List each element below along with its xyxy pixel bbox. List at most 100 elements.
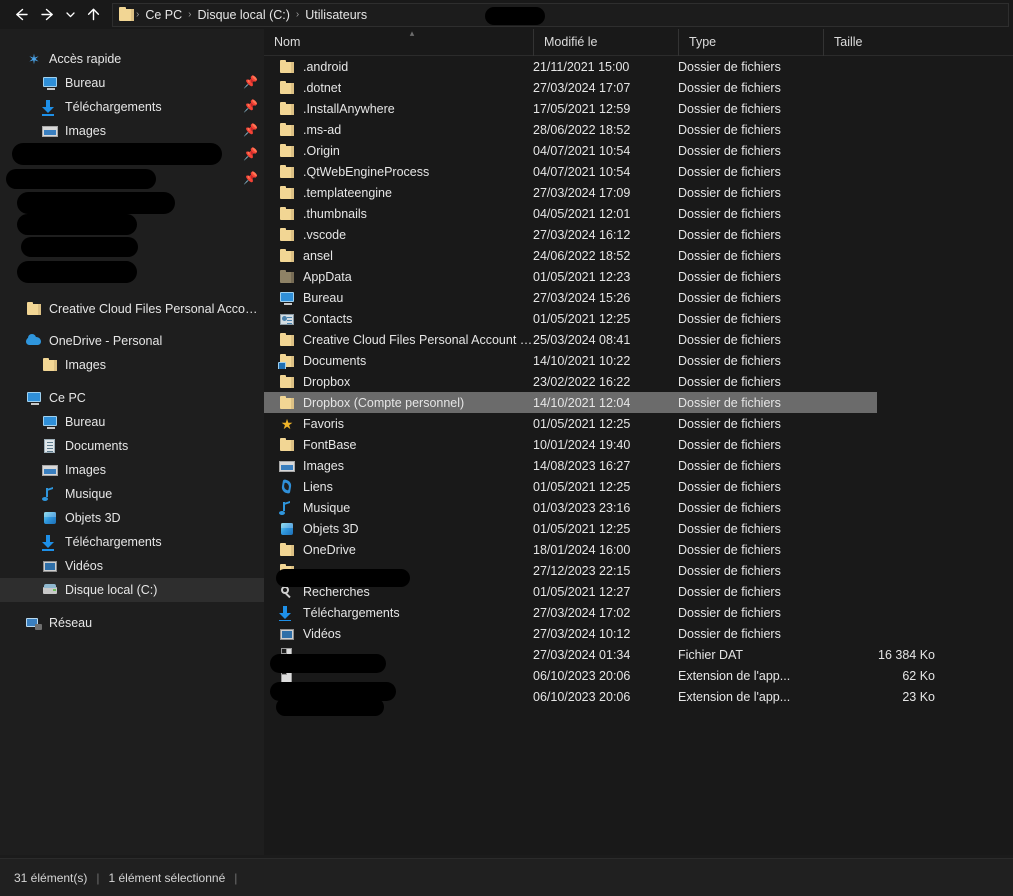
sidebar-item-reseau[interactable]: Réseau xyxy=(0,611,264,635)
table-row[interactable]: AppData 01/05/2021 12:23 Dossier de fich… xyxy=(264,266,1013,287)
sidebar-item-images[interactable]: Images 📌 xyxy=(0,119,264,143)
table-row[interactable]: Dropbox 23/02/2022 16:22 Dossier de fich… xyxy=(264,371,1013,392)
pin-icon[interactable]: 📌 xyxy=(243,123,258,137)
table-row[interactable]: .InstallAnywhere 17/05/2021 12:59 Dossie… xyxy=(264,98,1013,119)
file-name: Favoris xyxy=(303,416,344,431)
file-list-pane[interactable]: Nom Modifié le Type Taille ▴ .android 21… xyxy=(264,29,1013,858)
file-name: .ms-ad xyxy=(303,122,342,137)
file-name: Documents xyxy=(303,353,367,368)
file-date: 01/05/2021 12:25 xyxy=(533,479,631,494)
breadcrumb-item-disque-local[interactable]: Disque local (C:) xyxy=(193,4,295,25)
folder-icon xyxy=(279,395,295,411)
file-date: 25/03/2024 08:41 xyxy=(533,332,631,347)
pin-icon[interactable]: 📌 xyxy=(243,171,258,185)
sidebar-item-label: Vidéos xyxy=(65,559,103,573)
table-row[interactable]: .dotnet 27/03/2024 17:07 Dossier de fich… xyxy=(264,77,1013,98)
sidebar-item-ce-pc-objets-3d[interactable]: Objets 3D xyxy=(0,506,264,530)
sidebar-item-ce-pc[interactable]: Ce PC xyxy=(0,386,264,410)
table-row[interactable]: .QtWebEngineProcess 04/07/2021 10:54 Dos… xyxy=(264,161,1013,182)
table-row[interactable]: OneDrive 18/01/2024 16:00 Dossier de fic… xyxy=(264,539,1013,560)
file-name: .android xyxy=(303,59,349,74)
table-row[interactable]: Contacts 01/05/2021 12:25 Dossier de fic… xyxy=(264,308,1013,329)
file-type: Dossier de fichiers xyxy=(678,143,781,158)
sidebar-item-creative-cloud-files[interactable]: Creative Cloud Files Personal Account co xyxy=(0,297,264,321)
item-count-label: 31 élément(s) xyxy=(14,870,88,885)
table-row[interactable]: Images 14/08/2023 16:27 Dossier de fichi… xyxy=(264,455,1013,476)
sidebar-item-bureau[interactable]: Bureau 📌 xyxy=(0,71,264,95)
up-icon[interactable] xyxy=(80,2,106,28)
back-icon[interactable] xyxy=(8,2,34,28)
table-row[interactable]: .vscode 27/03/2024 16:12 Dossier de fich… xyxy=(264,224,1013,245)
pin-icon[interactable]: 📌 xyxy=(243,99,258,113)
file-date: 21/11/2021 15:00 xyxy=(533,59,630,74)
file-date: 27/03/2024 15:26 xyxy=(533,290,631,305)
sidebar-item-label: Images xyxy=(65,463,106,477)
pin-icon[interactable]: 📌 xyxy=(243,147,258,161)
chevron-down-icon[interactable] xyxy=(60,2,80,28)
file-date: 27/03/2024 17:07 xyxy=(533,80,631,95)
file-name: AppData xyxy=(303,269,352,284)
sidebar-redaction xyxy=(17,192,175,214)
pictures-icon xyxy=(279,458,295,474)
sidebar-item-ce-pc-documents[interactable]: Documents xyxy=(0,434,264,458)
sidebar-item-telechargements[interactable]: Téléchargements 📌 xyxy=(0,95,264,119)
sidebar-item-ce-pc-images[interactable]: Images xyxy=(0,458,264,482)
contacts-icon xyxy=(279,311,295,327)
pin-icon[interactable]: 📌 xyxy=(243,75,258,89)
file-type: Dossier de fichiers xyxy=(678,500,781,515)
table-row[interactable]: Documents 14/10/2021 10:22 Dossier de fi… xyxy=(264,350,1013,371)
column-header-taille[interactable]: Taille xyxy=(823,29,941,56)
folder-icon xyxy=(279,542,295,558)
table-row[interactable]: .ms-ad 28/06/2022 18:52 Dossier de fichi… xyxy=(264,119,1013,140)
folder-icon xyxy=(279,80,295,96)
column-header-modifie-le[interactable]: Modifié le xyxy=(533,29,678,56)
table-row[interactable]: .android 21/11/2021 15:00 Dossier de fic… xyxy=(264,56,1013,77)
column-header-row: Nom Modifié le Type Taille ▴ xyxy=(264,29,1013,56)
cloud-icon xyxy=(26,333,42,349)
sidebar-item-acces-rapide[interactable]: ✶ Accès rapide xyxy=(0,47,264,71)
sidebar-item-disque-local-c[interactable]: Disque local (C:) xyxy=(0,578,264,602)
navigation-pane[interactable]: ✶ Accès rapide Bureau 📌 Téléchargements … xyxy=(0,29,264,858)
file-type: Dossier de fichiers xyxy=(678,185,781,200)
column-header-nom[interactable]: Nom xyxy=(264,29,533,56)
table-row[interactable]: FontBase 10/01/2024 19:40 Dossier de fic… xyxy=(264,434,1013,455)
table-row[interactable]: Téléchargements 27/03/2024 17:02 Dossier… xyxy=(264,602,1013,623)
sidebar-item-ce-pc-musique[interactable]: Musique xyxy=(0,482,264,506)
file-date: 14/08/2023 16:27 xyxy=(533,458,631,473)
table-row[interactable]: ansel 24/06/2022 18:52 Dossier de fichie… xyxy=(264,245,1013,266)
sidebar-item-label: Bureau xyxy=(65,415,106,429)
breadcrumb-item-ce-pc[interactable]: Ce PC xyxy=(140,4,187,25)
folder-icon xyxy=(279,437,295,453)
table-row[interactable]: .templateengine 27/03/2024 17:09 Dossier… xyxy=(264,182,1013,203)
file-name: Contacts xyxy=(303,311,353,326)
address-bar[interactable]: › Ce PC › Disque local (C:) › Utilisateu… xyxy=(112,2,1009,27)
sidebar-item-ce-pc-bureau[interactable]: Bureau xyxy=(0,410,264,434)
sidebar-item-onedrive-personal[interactable]: OneDrive - Personal xyxy=(0,329,264,353)
sidebar-redaction xyxy=(12,143,222,165)
table-row[interactable]: .thumbnails 04/05/2021 12:01 Dossier de … xyxy=(264,203,1013,224)
forward-icon[interactable] xyxy=(34,2,60,28)
star-icon: ✶ xyxy=(28,51,40,67)
breadcrumb-item-utilisateurs[interactable]: Utilisateurs xyxy=(300,4,372,25)
sidebar-item-onedrive-images[interactable]: Images xyxy=(0,353,264,377)
file-type: Dossier de fichiers xyxy=(678,332,781,347)
file-date: 01/05/2021 12:25 xyxy=(533,311,631,326)
table-row[interactable]: Liens 01/05/2021 12:25 Dossier de fichie… xyxy=(264,476,1013,497)
table-row-selected[interactable]: Dropbox (Compte personnel) 14/10/2021 12… xyxy=(264,392,1013,413)
table-row[interactable]: Musique 01/03/2023 23:16 Dossier de fich… xyxy=(264,497,1013,518)
table-row[interactable]: ★ Favoris 01/05/2021 12:25 Dossier de fic… xyxy=(264,413,1013,434)
file-type: Dossier de fichiers xyxy=(678,227,781,242)
file-name: .Origin xyxy=(303,143,340,158)
sidebar-item-ce-pc-telechargements[interactable]: Téléchargements xyxy=(0,530,264,554)
file-date: 04/07/2021 10:54 xyxy=(533,164,631,179)
pictures-icon xyxy=(42,462,58,478)
table-row[interactable]: Objets 3D 01/05/2021 12:25 Dossier de fi… xyxy=(264,518,1013,539)
table-row[interactable]: .Origin 04/07/2021 10:54 Dossier de fich… xyxy=(264,140,1013,161)
download-icon xyxy=(42,534,58,551)
sidebar-item-ce-pc-videos[interactable]: Vidéos xyxy=(0,554,264,578)
column-header-type[interactable]: Type xyxy=(678,29,823,56)
table-row[interactable]: Bureau 27/03/2024 15:26 Dossier de fichi… xyxy=(264,287,1013,308)
table-row[interactable]: Vidéos 27/03/2024 10:12 Dossier de fichi… xyxy=(264,623,1013,644)
folder-icon xyxy=(279,332,295,348)
table-row[interactable]: Creative Cloud Files Personal Account co… xyxy=(264,329,1013,350)
